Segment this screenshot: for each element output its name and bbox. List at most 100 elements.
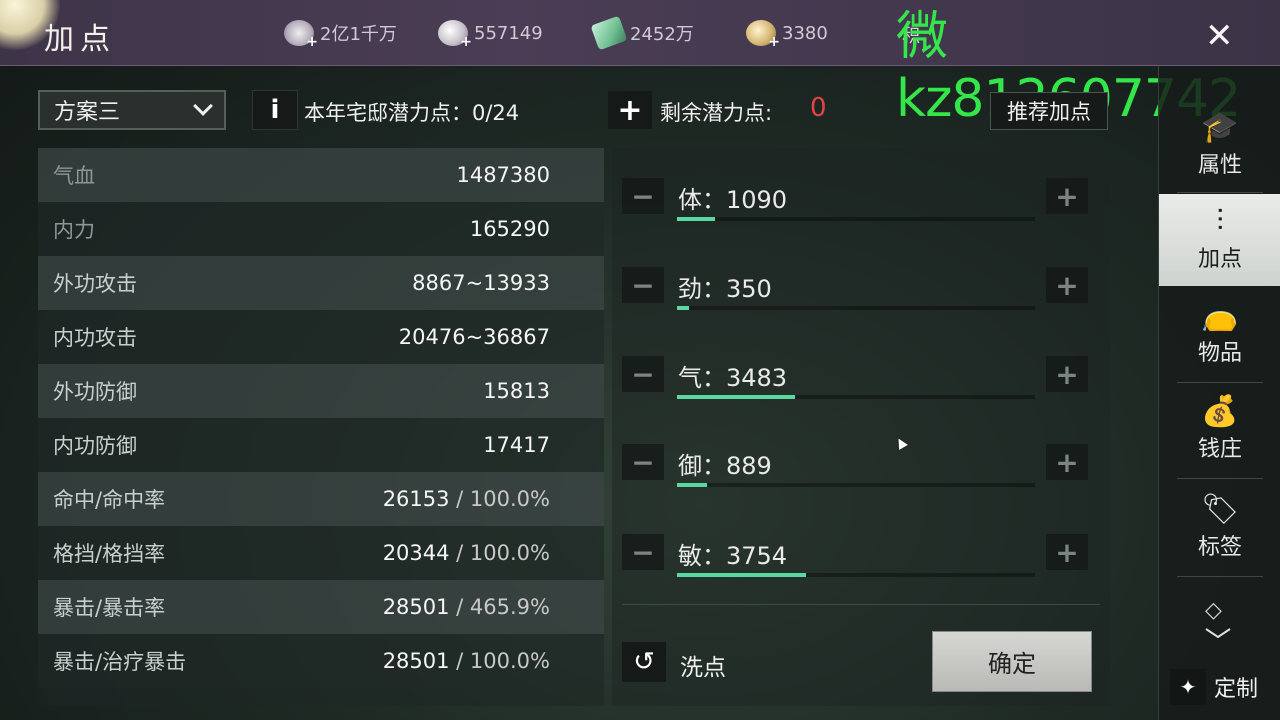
film-reel-icon: +: [284, 20, 318, 50]
stat-value: 28501 / 100.0%: [383, 649, 550, 673]
stat-rate: / 100.0%: [449, 649, 550, 673]
stat-row: 外功防御 15813: [38, 364, 604, 418]
scheme-selected: 方案三: [54, 100, 121, 125]
close-button[interactable]: ✕: [1205, 16, 1234, 56]
nav-divider: [1177, 478, 1263, 479]
nav-label: 物品: [1197, 341, 1242, 366]
stat-label: 暴击/治疗暴击: [53, 650, 187, 674]
stat-label: 气血: [53, 164, 95, 188]
bag-icon: 👝: [1201, 298, 1239, 333]
stat-row: 格挡/格挡率 20344 / 100.0%: [38, 526, 604, 580]
nav-item-attributes[interactable]: 🎓 属性: [1159, 100, 1280, 192]
page-title: 加点: [44, 22, 116, 57]
stat-row: 气血 1487380: [38, 148, 604, 202]
divider: [622, 604, 1100, 605]
increase-button[interactable]: +: [1046, 444, 1088, 480]
stat-row: 内功防御 17417: [38, 418, 604, 472]
attribute-bar: [677, 395, 1035, 399]
attribute-label: 气：3483: [678, 364, 788, 392]
stat-number: 28501: [382, 595, 450, 619]
customize-button[interactable]: ✦ 定制: [1170, 668, 1272, 706]
nav-item-bank[interactable]: 💰 钱庄: [1159, 384, 1280, 476]
attribute-bar-fill: [677, 395, 796, 399]
chevron-down-icon: [193, 96, 213, 116]
decrease-button[interactable]: −: [622, 356, 664, 392]
attribute-bar-fill: [677, 217, 715, 221]
resource-silver[interactable]: + 557149: [438, 20, 543, 50]
stat-label: 外功攻击: [53, 272, 137, 296]
decrease-button[interactable]: −: [622, 444, 664, 480]
attribute-bar-fill: [677, 306, 690, 310]
reset-points-button[interactable]: ↺: [622, 642, 666, 682]
stat-value: 15813: [483, 379, 550, 403]
decrease-button[interactable]: −: [622, 534, 664, 570]
resource-value: 557149: [474, 22, 543, 44]
house-potential-points: 本年宅邸潜力点：0/24: [304, 101, 520, 125]
stat-label: 命中/命中率: [53, 488, 166, 512]
stat-value: 28501 / 465.9%: [383, 595, 550, 619]
stat-label: 内力: [53, 218, 95, 242]
attribute-panel: − 体：1090 + − 劲：350 + − 气：3483 + − 御：889 …: [612, 148, 1110, 706]
attribute-bar: [677, 306, 1035, 310]
increase-button[interactable]: +: [1046, 534, 1088, 570]
reset-points-label[interactable]: 洗点: [680, 648, 726, 682]
tag-icon: 🏷: [1200, 492, 1240, 527]
resource-gold[interactable]: + 3380: [746, 20, 828, 50]
stat-label: 暴击/暴击率: [53, 596, 166, 620]
attribute-row-qi: − 气：3483 +: [622, 346, 1092, 406]
attribute-row-min: − 敏：3754 +: [622, 524, 1092, 584]
nav-label: 加点: [1197, 247, 1242, 272]
scheme-dropdown[interactable]: 方案三: [38, 90, 226, 130]
nav-item-add-points[interactable]: ⫶ 加点: [1159, 194, 1280, 286]
resource-value: 2亿1千万: [320, 24, 397, 45]
attribute-label: 敏：3754: [678, 542, 788, 570]
confirm-button[interactable]: 确定: [932, 631, 1092, 692]
stat-value: 20476~36867: [398, 325, 550, 349]
increase-button[interactable]: +: [1046, 356, 1088, 392]
stat-label: 内功防御: [53, 434, 137, 458]
stat-row: 暴击/治疗暴击 28501 / 100.0%: [38, 634, 604, 688]
stat-rate: / 100.0%: [449, 487, 550, 511]
customize-label: 定制: [1214, 677, 1259, 702]
jade-icon: [590, 15, 628, 51]
gold-ingot-icon: +: [746, 20, 780, 50]
remaining-points-value: 0: [810, 93, 827, 123]
attribute-row-jin: − 劲：350 +: [622, 257, 1092, 317]
nav-item-items[interactable]: 👝 物品: [1159, 288, 1280, 380]
resource-jade[interactable]: 2452万: [590, 15, 694, 51]
stat-value: 26153 / 100.0%: [383, 487, 550, 511]
sliders-icon: ⫶: [1216, 204, 1224, 239]
resource-film[interactable]: + 2亿1千万: [284, 20, 397, 50]
resource-value: 2452万: [630, 24, 694, 45]
decrease-button[interactable]: −: [622, 267, 664, 303]
stat-row: 内力 165290: [38, 202, 604, 256]
mortarboard-icon: 🎓: [1201, 110, 1239, 145]
attribute-row-ti: − 体：1090 +: [622, 168, 1092, 228]
stat-number: 26153: [382, 487, 450, 511]
recommend-points-button[interactable]: 推荐加点: [990, 92, 1108, 130]
more-icon[interactable]: ◇: [1205, 598, 1222, 623]
info-button[interactable]: i: [252, 90, 298, 130]
stat-value: 8867~13933: [412, 271, 550, 295]
nav-item-tags[interactable]: 🏷 标签: [1159, 482, 1280, 574]
attribute-bar: [677, 217, 1035, 221]
chevron-down-icon[interactable]: [1205, 628, 1231, 638]
add-potential-button[interactable]: +: [608, 91, 652, 129]
stat-value: 17417: [483, 433, 550, 457]
nav-label: 钱庄: [1197, 437, 1242, 462]
attribute-bar: [677, 573, 1035, 577]
stat-value: 1487380: [456, 163, 550, 187]
attribute-bar: [677, 483, 1035, 487]
attribute-label: 体：1090: [678, 186, 788, 214]
decrease-button[interactable]: −: [622, 178, 664, 214]
increase-button[interactable]: +: [1046, 178, 1088, 214]
stat-row: 命中/命中率 26153 / 100.0%: [38, 472, 604, 526]
increase-button[interactable]: +: [1046, 267, 1088, 303]
stat-number: 20344: [382, 541, 450, 565]
stat-row: 外功攻击 8867~13933: [38, 256, 604, 310]
nav-divider: [1177, 192, 1263, 193]
nav-label: 属性: [1197, 153, 1242, 178]
attribute-bar-fill: [677, 573, 806, 577]
stat-label: 外功防御: [53, 380, 137, 404]
stat-number: 28501: [382, 649, 450, 673]
